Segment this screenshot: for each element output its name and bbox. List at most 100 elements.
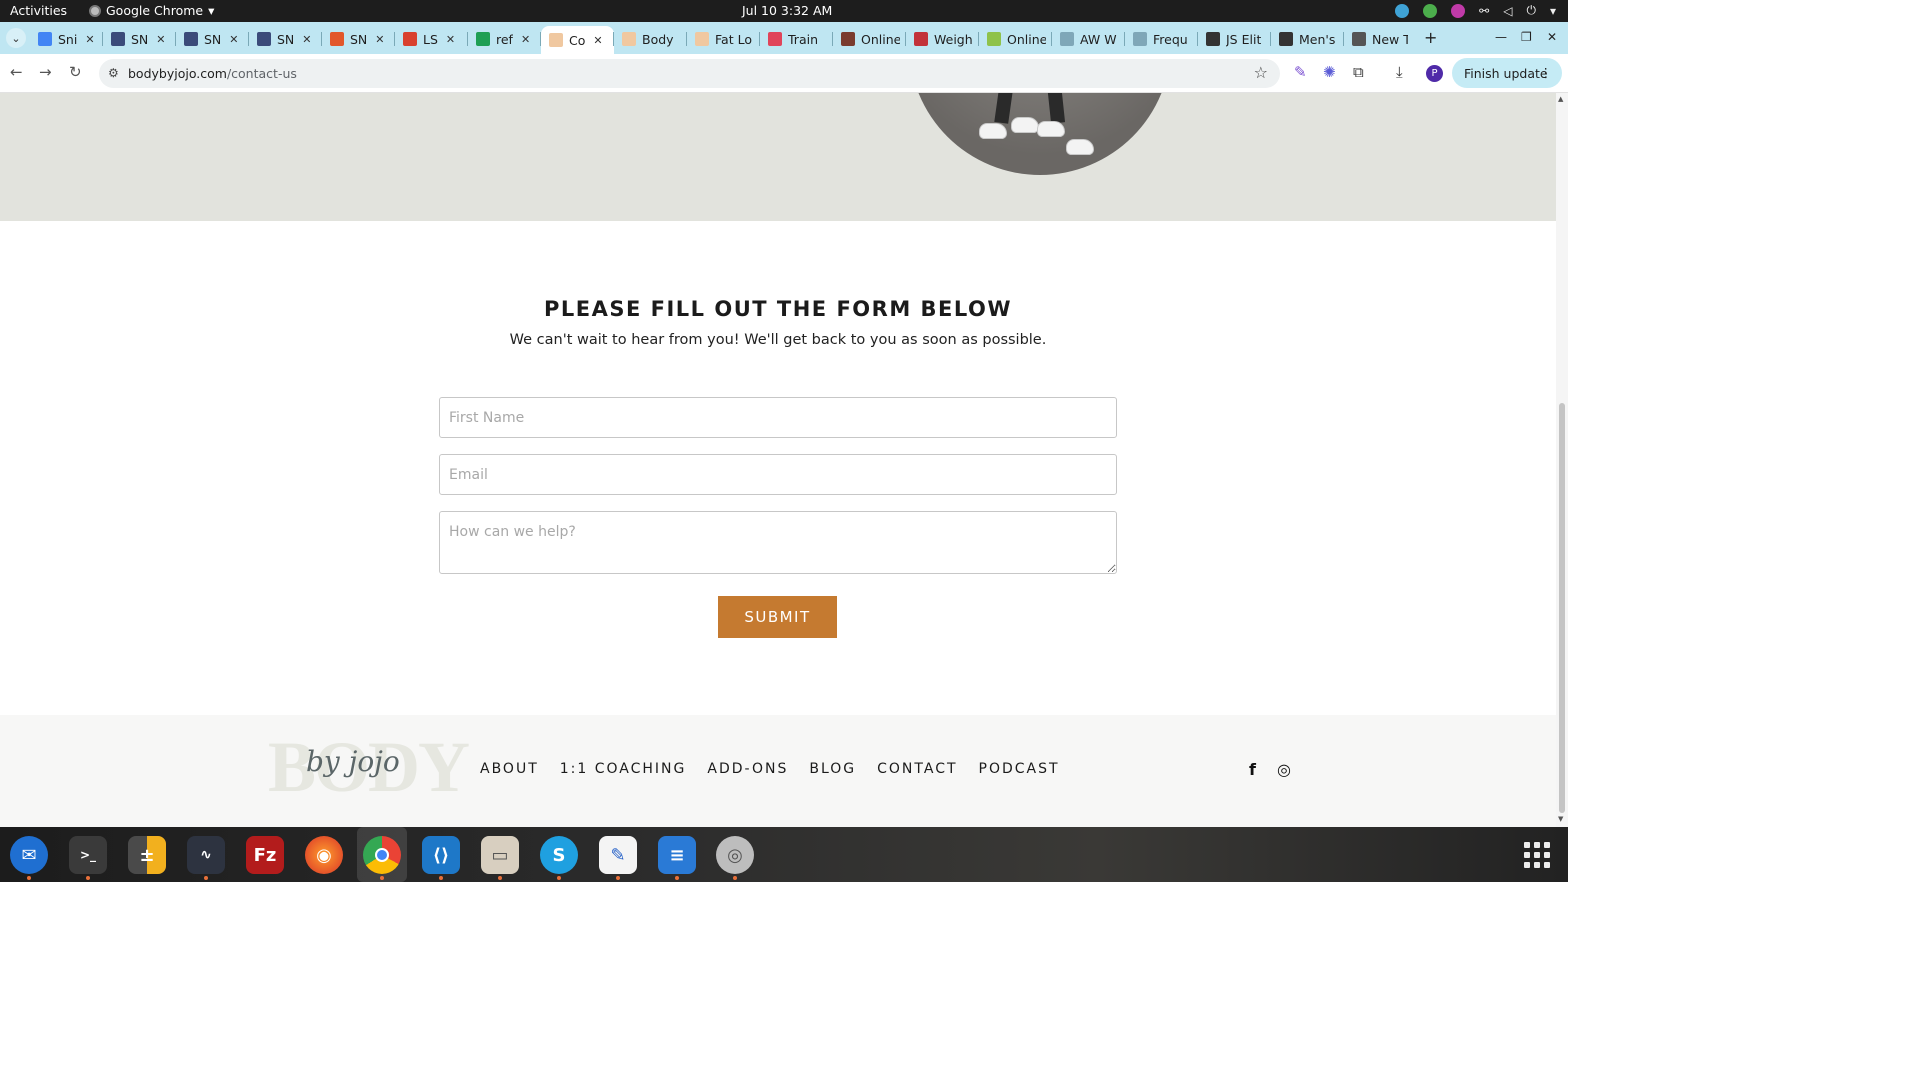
vscode-icon[interactable]: ⟨⟩ — [422, 836, 460, 880]
scroll-thumb[interactable] — [1559, 403, 1565, 813]
tab[interactable]: Body — [614, 26, 687, 52]
text-editor-icon[interactable]: ✎ — [599, 836, 637, 880]
pen-extension-icon[interactable]: ✎ — [1294, 63, 1307, 81]
chevron-down-icon: ⌄ — [11, 31, 21, 45]
scroll-down-icon[interactable]: ▼ — [1558, 815, 1563, 823]
restore-icon[interactable]: ❐ — [1521, 30, 1532, 44]
calculator-icon[interactable]: ± — [128, 836, 166, 874]
footer-nav-podcast[interactable]: PODCAST — [979, 761, 1060, 777]
app-indicator-icon[interactable] — [1451, 3, 1466, 18]
message-textarea[interactable] — [439, 511, 1117, 574]
facebook-icon[interactable]: f — [1249, 760, 1256, 779]
bookmark-star-icon[interactable]: ☆ — [1254, 63, 1268, 82]
tab-close-icon[interactable]: ✕ — [593, 34, 602, 47]
new-tab-button[interactable]: + — [1424, 28, 1437, 47]
tab-favicon-icon — [695, 32, 709, 46]
tab-favicon-icon — [1133, 32, 1147, 46]
check-icon[interactable] — [1423, 3, 1438, 18]
files-icon[interactable]: ▭ — [481, 836, 519, 880]
footer-nav-addons[interactable]: ADD-ONS — [707, 761, 788, 777]
back-icon[interactable]: ← — [10, 63, 23, 81]
tab[interactable]: Online — [979, 26, 1052, 52]
download-icon[interactable]: ⤓ — [1396, 63, 1403, 81]
system-tray[interactable]: ⚯ ◁ ⏻ ▾ — [1395, 3, 1556, 18]
tab-close-icon[interactable]: ✕ — [85, 33, 94, 46]
power-icon[interactable]: ⏻ — [1526, 3, 1536, 18]
footer-nav-blog[interactable]: BLOG — [809, 761, 856, 777]
filezilla-icon[interactable]: Fz — [246, 836, 284, 874]
disks-icon[interactable]: ◎ — [716, 836, 754, 880]
chrome-icon[interactable] — [363, 836, 401, 880]
firefox-icon[interactable]: ◉ — [305, 836, 343, 874]
url-path: /contact-us — [226, 66, 297, 81]
reload-icon[interactable]: ↻ — [69, 63, 82, 81]
tab[interactable]: SN ✕ — [103, 26, 176, 52]
form-subtitle: We can't wait to hear from you! We'll ge… — [509, 332, 1047, 348]
tab[interactable]: JS Elit — [1198, 26, 1271, 52]
system-top-bar: Activities Google Chrome ▾ Jul 10 3:32 A… — [0, 0, 1568, 22]
photo-leg — [1046, 93, 1066, 124]
tab-search-button[interactable]: ⌄ — [6, 28, 26, 48]
instagram-icon[interactable]: ◎ — [1277, 760, 1291, 779]
show-apps-icon[interactable] — [1524, 842, 1550, 868]
tab-favicon-icon — [1352, 32, 1366, 46]
skype-icon[interactable]: S — [540, 836, 578, 880]
caret-down-icon[interactable]: ▾ — [1550, 4, 1556, 18]
tab[interactable]: AW W — [1052, 26, 1125, 52]
profile-avatar[interactable]: P — [1426, 65, 1443, 82]
network-icon[interactable]: ⚯ — [1479, 4, 1489, 18]
tab[interactable]: Frequ — [1125, 26, 1198, 52]
tab-close-icon[interactable]: ✕ — [229, 33, 238, 46]
tab-label: Weigh — [934, 31, 973, 47]
tab-close-icon[interactable]: ✕ — [375, 33, 384, 46]
terminal-icon[interactable]: >_ — [69, 836, 107, 880]
app-menu[interactable]: Google Chrome ▾ — [89, 3, 214, 18]
footer-nav-coaching[interactable]: 1:1 COACHING — [560, 761, 687, 777]
libreoffice-writer-icon[interactable]: ≡ — [658, 836, 696, 880]
tab[interactable]: SN ✕ — [176, 26, 249, 52]
first-name-input[interactable] — [439, 397, 1117, 438]
finish-update-button[interactable]: Finish update ⋮ — [1452, 58, 1562, 88]
sync-icon[interactable] — [1395, 3, 1410, 18]
gear-extension-icon[interactable]: ✺ — [1323, 63, 1336, 81]
email-input[interactable] — [439, 454, 1117, 495]
minimize-icon[interactable]: — — [1495, 30, 1507, 44]
tab-close-icon[interactable]: ✕ — [302, 33, 311, 46]
tab[interactable]: New T — [1344, 26, 1414, 52]
close-window-icon[interactable]: ✕ — [1547, 30, 1557, 44]
forward-icon[interactable]: → — [39, 63, 52, 81]
scroll-up-icon[interactable]: ▲ — [1558, 95, 1563, 103]
tab[interactable]: Sni ✕ — [30, 26, 103, 52]
tab-close-icon[interactable]: ✕ — [446, 33, 455, 46]
footer-nav-contact[interactable]: CONTACT — [877, 761, 957, 777]
tab-close-icon[interactable]: ✕ — [156, 33, 165, 46]
extensions-icon[interactable]: ⧉ — [1353, 63, 1364, 81]
tab-close-icon[interactable]: ✕ — [521, 33, 530, 46]
system-monitor-icon[interactable]: ∿ — [187, 836, 225, 880]
tab[interactable]: Men's — [1271, 26, 1344, 52]
url-text[interactable]: bodybyjojo.com/contact-us — [128, 66, 297, 81]
tab[interactable]: Co ✕ — [541, 26, 614, 54]
site-logo[interactable]: BODY by jojo — [268, 727, 470, 807]
tab[interactable]: Train — [760, 26, 833, 52]
tab[interactable]: SN ✕ — [322, 26, 395, 52]
photo-shoe — [1037, 121, 1065, 137]
address-bar[interactable]: ⚙ bodybyjojo.com/contact-us ☆ — [99, 59, 1280, 88]
tab[interactable]: Weigh — [906, 26, 979, 52]
submit-button[interactable]: SUBMIT — [718, 596, 837, 638]
running-indicator — [498, 876, 502, 880]
tab[interactable]: ref ✕ — [468, 26, 541, 52]
activities-button[interactable]: Activities — [10, 3, 67, 18]
tab[interactable]: Online — [833, 26, 906, 52]
thunderbird-icon[interactable]: ✉ — [10, 836, 48, 880]
site-info-icon[interactable]: ⚙ — [108, 66, 119, 80]
volume-icon[interactable]: ◁ — [1503, 4, 1512, 18]
tab-favicon-icon — [622, 32, 636, 46]
footer-nav-about[interactable]: ABOUT — [480, 761, 539, 777]
tab[interactable]: Fat Lo — [687, 26, 760, 52]
tab[interactable]: SN ✕ — [249, 26, 322, 52]
tab-favicon-icon — [184, 32, 198, 46]
clock[interactable]: Jul 10 3:32 AM — [742, 3, 832, 18]
tab[interactable]: LS ✕ — [395, 26, 468, 52]
page-scrollbar[interactable]: ▲ ▼ — [1556, 93, 1568, 827]
